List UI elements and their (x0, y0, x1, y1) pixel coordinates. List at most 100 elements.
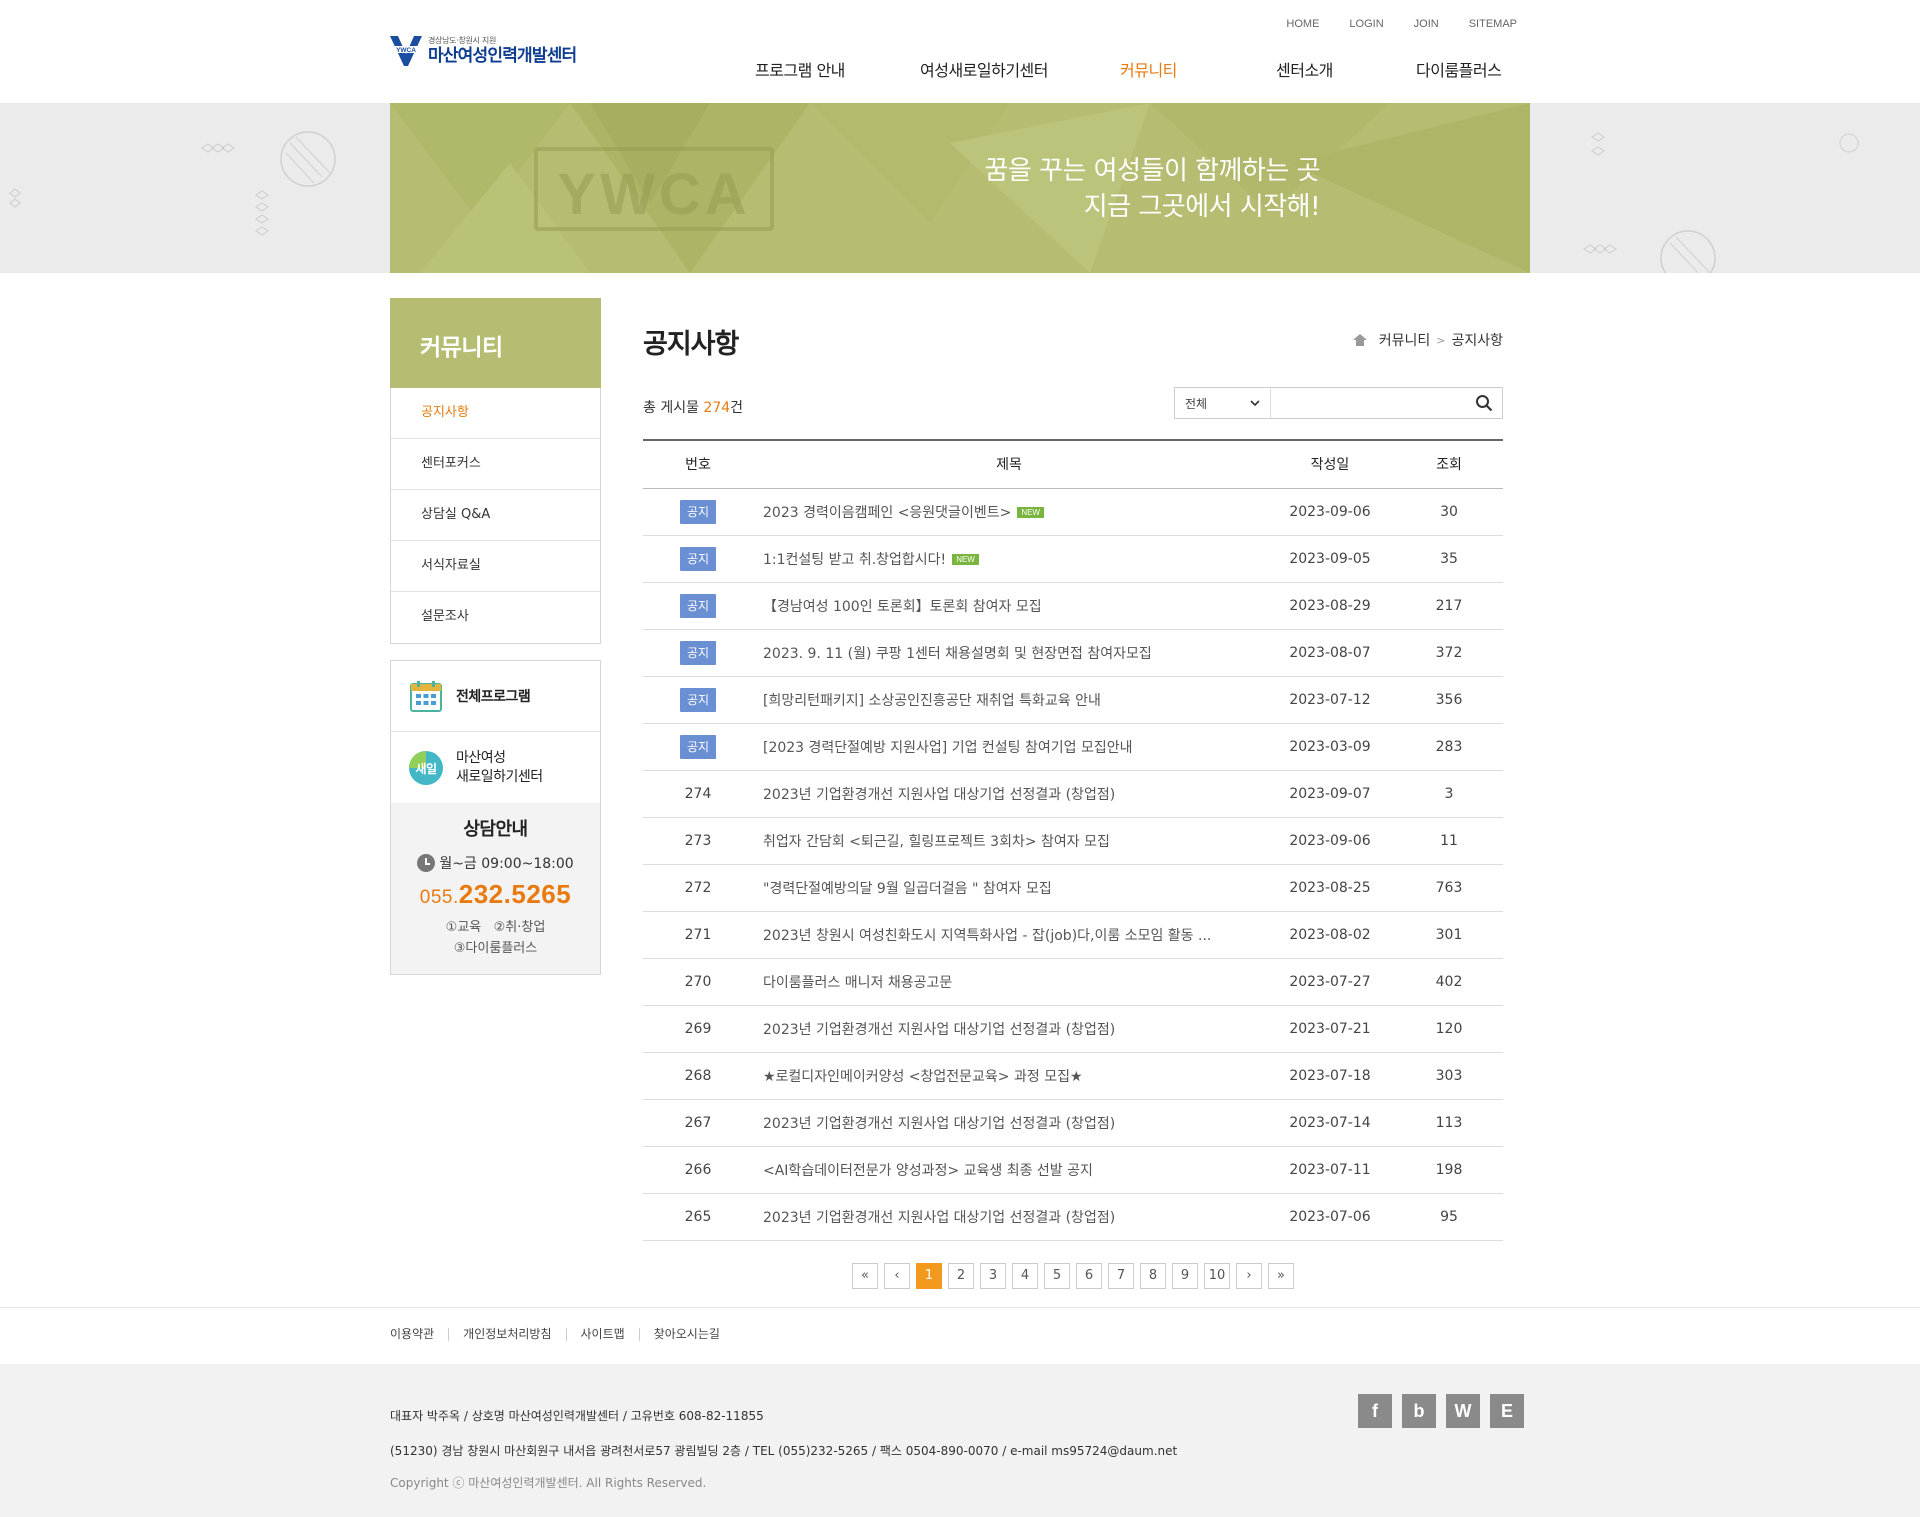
nav-about[interactable]: 센터소개 (1276, 57, 1333, 81)
search-input[interactable] (1271, 388, 1466, 418)
row-title-link[interactable]: 2023년 기업환경개선 지원사업 대상기업 선정결과 (창업점) (763, 1210, 1115, 1226)
quick-all-programs[interactable]: 전체프로그램 (391, 661, 600, 732)
footer-sitemap-link[interactable]: 사이트맵 (565, 1328, 639, 1341)
page-first-button[interactable]: « (852, 1262, 878, 1289)
home-icon[interactable] (1352, 334, 1367, 346)
row-title-link[interactable]: 1:1컨설팅 받고 취.창업합시다! (763, 552, 946, 568)
row-title-link[interactable]: 다이룸플러스 매니저 채용공고문 (763, 975, 952, 991)
page-number-button[interactable]: 8 (1140, 1262, 1166, 1289)
breadcrumb-current: 공지사항 (1451, 333, 1503, 349)
page-number-button[interactable]: 7 (1108, 1262, 1134, 1289)
table-row[interactable]: 공지 [희망리턴패키지] 소상공인진흥공단 재취업 특화교육 안내 2023-07-… (643, 676, 1503, 724)
table-row[interactable]: 공지 【경남여성 100인 토론회】토론회 참여자 모집 2023-08-29 217 (643, 582, 1503, 630)
row-views: 30 (1395, 488, 1503, 536)
sns-links: f b W E (1358, 1394, 1524, 1428)
row-title-link[interactable]: 취업자 간담회 <퇴근길, 힐링프로젝트 3회차> 참여자 모집 (763, 834, 1110, 850)
table-row[interactable]: 공지 1:1컨설팅 받고 취.창업합시다! NEW 2023-09-05 35 (643, 535, 1503, 583)
util-home-link[interactable]: HOME (1286, 18, 1319, 30)
col-title: 제목 (753, 440, 1265, 489)
search-category-select[interactable]: 전체 (1175, 388, 1271, 418)
util-sitemap-link[interactable]: SITEMAP (1469, 18, 1517, 30)
row-views: 3 (1395, 770, 1503, 818)
row-number: 265 (643, 1193, 753, 1241)
sidebar-item-center-focus[interactable]: 센터포커스 (391, 439, 600, 490)
banner-decoration-left-icon (9, 131, 336, 236)
row-title-link[interactable]: ★로컬디자인메이커양성 <창업전문교육> 과정 모집★ (763, 1069, 1083, 1085)
row-title-link[interactable]: <AI학습데이터전문가 양성과정> 교육생 최종 선발 공지 (763, 1163, 1093, 1179)
row-title-link[interactable]: 2023년 기업환경개선 지원사업 대상기업 선정결과 (창업점) (763, 1116, 1115, 1132)
page-number-button[interactable]: 6 (1076, 1262, 1102, 1289)
table-row[interactable]: 271 2023년 창원시 여성친화도시 지역특화사업 - 잡(job)다,이룸 … (643, 911, 1503, 959)
sidebar-item-forms[interactable]: 서식자료실 (391, 541, 600, 592)
page-number-button[interactable]: 10 (1204, 1262, 1230, 1289)
row-title-link[interactable]: 2023년 창원시 여성친화도시 지역특화사업 - 잡(job)다,이룸 소모임… (763, 928, 1211, 944)
row-title-link[interactable]: 2023년 기업환경개선 지원사업 대상기업 선정결과 (창업점) (763, 787, 1115, 803)
search-button[interactable] (1466, 388, 1502, 418)
row-number: 272 (643, 864, 753, 912)
logo-subtitle: 경상남도·창원시 지원 (428, 36, 497, 45)
row-title-link[interactable]: 【경남여성 100인 토론회】토론회 참여자 모집 (763, 599, 1042, 615)
row-date: 2023-07-21 (1265, 1005, 1395, 1053)
e-icon[interactable]: E (1490, 1394, 1524, 1428)
quick-saeil-center[interactable]: 새일 마산여성 새로일하기센터 (391, 732, 600, 803)
page-last-button[interactable]: » (1268, 1262, 1294, 1289)
page-next-button[interactable]: › (1236, 1262, 1262, 1289)
row-number: 270 (643, 958, 753, 1006)
breadcrumb-item[interactable]: 커뮤니티 (1379, 330, 1431, 350)
table-row[interactable]: 270 다이룸플러스 매니저 채용공고문 2023-07-27 402 (643, 958, 1503, 1006)
nav-program[interactable]: 프로그램 안내 (755, 57, 845, 81)
table-row[interactable]: 공지 2023. 9. 11 (월) 쿠팡 1센터 채용설명회 및 현장면접 참여… (643, 629, 1503, 677)
search-icon (1476, 395, 1493, 412)
row-number: 공지 (643, 676, 753, 724)
notice-badge: 공지 (680, 640, 716, 665)
footer-terms-link[interactable]: 이용약관 (390, 1328, 448, 1341)
table-row[interactable]: 269 2023년 기업환경개선 지원사업 대상기업 선정결과 (창업점) 2023… (643, 1005, 1503, 1053)
row-date: 2023-07-14 (1265, 1099, 1395, 1147)
row-title-link[interactable]: "경력단절예방의달 9월 일곱더걸음 " 참여자 모집 (763, 881, 1052, 897)
table-row[interactable]: 공지 2023 경력이음캠페인 <응원댓글이벤트> NEW 2023-09-06 30 (643, 488, 1503, 536)
row-views: 303 (1395, 1052, 1503, 1100)
footer-privacy-link[interactable]: 개인정보처리방침 (448, 1328, 565, 1341)
blog-icon[interactable]: b (1402, 1394, 1436, 1428)
sidebar-item-qna[interactable]: 상담실 Q&A (391, 490, 600, 541)
table-row[interactable]: 273 취업자 간담회 <퇴근길, 힐링프로젝트 3회차> 참여자 모집 2023-… (643, 817, 1503, 865)
counsel-phone: 055.232.5265 (419, 879, 572, 909)
row-number: 공지 (643, 723, 753, 771)
table-row[interactable]: 266 <AI학습데이터전문가 양성과정> 교육생 최종 선발 공지 2023-07… (643, 1146, 1503, 1194)
sidebar-item-survey[interactable]: 설문조사 (391, 592, 600, 643)
util-join-link[interactable]: JOIN (1414, 18, 1439, 30)
site-logo[interactable]: YWCA 경상남도·창원시 지원 마산여성인력개발센터 (390, 35, 590, 67)
table-row[interactable]: 공지 [2023 경력단절예방 지원사업] 기업 컨설팅 참여기업 모집안내 202… (643, 723, 1503, 771)
svg-text:새일: 새일 (415, 761, 437, 776)
row-date: 2023-03-09 (1265, 723, 1395, 771)
page-number-button[interactable]: 3 (980, 1262, 1006, 1289)
page-number-button[interactable]: 1 (916, 1262, 942, 1289)
page-number-button[interactable]: 2 (948, 1262, 974, 1289)
table-row[interactable]: 265 2023년 기업환경개선 지원사업 대상기업 선정결과 (창업점) 2023… (643, 1193, 1503, 1241)
row-title-link[interactable]: 2023. 9. 11 (월) 쿠팡 1센터 채용설명회 및 현장면접 참여자모… (763, 646, 1152, 662)
nav-dairoom-plus[interactable]: 다이룸플러스 (1416, 57, 1502, 81)
left-sidebar: 커뮤니티 공지사항 센터포커스 상담실 Q&A 서식자료실 설문조사 전체프로그… (390, 298, 601, 975)
row-title-link[interactable]: [2023 경력단절예방 지원사업] 기업 컨설팅 참여기업 모집안내 (763, 740, 1133, 756)
new-badge: NEW (952, 554, 979, 565)
nav-saeil-center[interactable]: 여성새로일하기센터 (920, 57, 1048, 81)
row-number: 266 (643, 1146, 753, 1194)
page-number-button[interactable]: 9 (1172, 1262, 1198, 1289)
footer-company-info: 대표자 박주옥 / 상호명 마산여성인력개발센터 / 고유번호 608-82-1… (390, 1409, 764, 1423)
page-prev-button[interactable]: ‹ (884, 1262, 910, 1289)
table-row[interactable]: 274 2023년 기업환경개선 지원사업 대상기업 선정결과 (창업점) 2023… (643, 770, 1503, 818)
table-row[interactable]: 268 ★로컬디자인메이커양성 <창업전문교육> 과정 모집★ 2023-07-18… (643, 1052, 1503, 1100)
row-title-link[interactable]: 2023년 기업환경개선 지원사업 대상기업 선정결과 (창업점) (763, 1022, 1115, 1038)
table-row[interactable]: 272 "경력단절예방의달 9월 일곱더걸음 " 참여자 모집 2023-08-25… (643, 864, 1503, 912)
row-title-link[interactable]: [희망리턴패키지] 소상공인진흥공단 재취업 특화교육 안내 (763, 693, 1101, 709)
footer-directions-link[interactable]: 찾아오시는길 (638, 1328, 734, 1341)
sidebar-item-notice[interactable]: 공지사항 (391, 388, 600, 439)
row-title-link[interactable]: 2023 경력이음캠페인 <응원댓글이벤트> (763, 505, 1011, 521)
w-icon[interactable]: W (1446, 1394, 1480, 1428)
page-number-button[interactable]: 5 (1044, 1262, 1070, 1289)
util-login-link[interactable]: LOGIN (1349, 18, 1383, 30)
nav-community[interactable]: 커뮤니티 (1120, 57, 1177, 81)
page-number-button[interactable]: 4 (1012, 1262, 1038, 1289)
facebook-icon[interactable]: f (1358, 1394, 1392, 1428)
table-row[interactable]: 267 2023년 기업환경개선 지원사업 대상기업 선정결과 (창업점) 2023… (643, 1099, 1503, 1147)
